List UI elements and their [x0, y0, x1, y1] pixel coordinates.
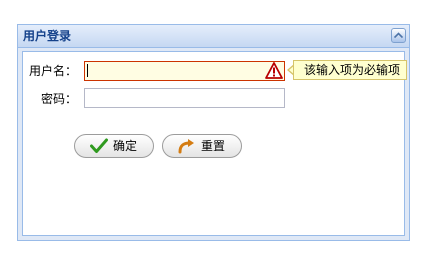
- username-label: 用户名：: [28, 64, 77, 78]
- reset-label: 重置: [201, 139, 226, 153]
- panel-header: 用户登录: [18, 25, 409, 48]
- confirm-label: 确定: [113, 139, 138, 153]
- collapse-up-icon[interactable]: [391, 28, 406, 43]
- reset-button[interactable]: 重置: [162, 134, 242, 158]
- redo-arrow-icon: [178, 139, 194, 154]
- warning-triangle-icon: [265, 62, 283, 79]
- text-caret: [87, 64, 88, 77]
- validation-tooltip: 该输入项为必输项: [293, 60, 408, 80]
- password-label: 密码：: [40, 92, 77, 106]
- login-panel: 用户登录: [17, 24, 410, 241]
- password-input[interactable]: [84, 88, 285, 108]
- checkmark-icon: [90, 138, 108, 153]
- confirm-button[interactable]: 确定: [74, 134, 154, 158]
- panel-title: 用户登录: [23, 29, 72, 43]
- username-input[interactable]: [84, 61, 285, 81]
